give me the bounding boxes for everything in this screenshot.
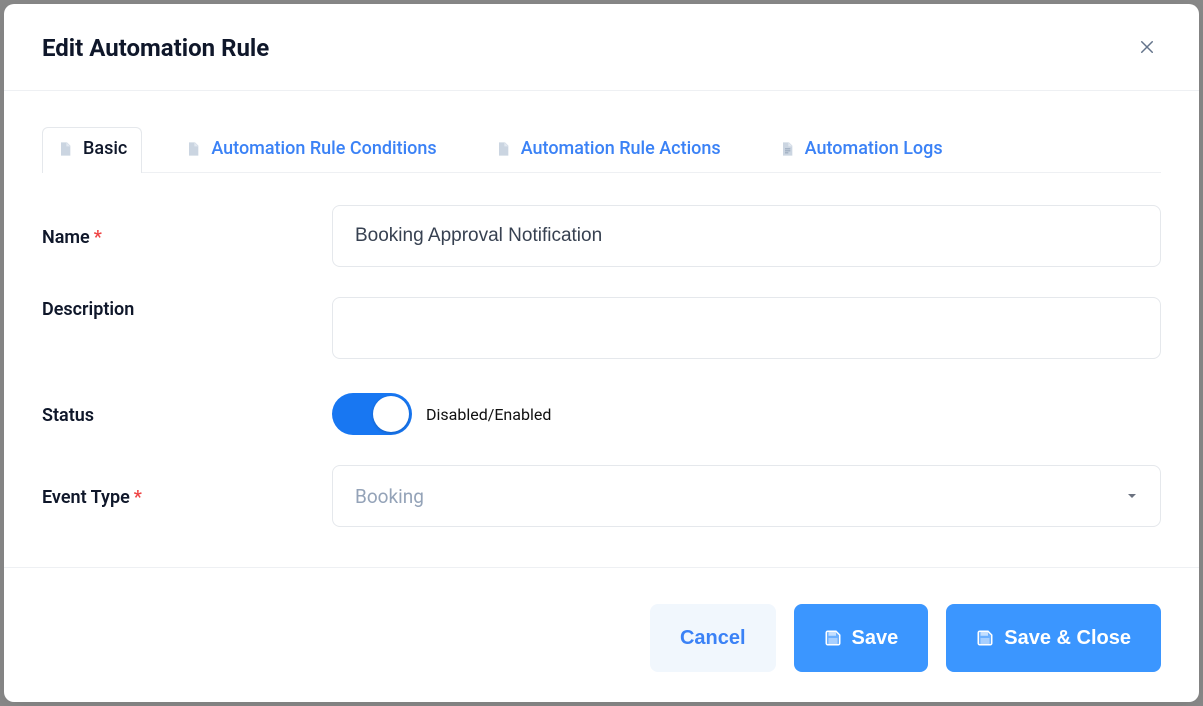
event-type-select[interactable]: Booking — [332, 465, 1161, 527]
toggle-knob — [373, 396, 409, 432]
save-close-button[interactable]: Save & Close — [946, 604, 1161, 672]
modal-body: Basic Automation Rule Conditions Automat… — [4, 91, 1199, 567]
status-toggle[interactable] — [332, 393, 412, 435]
tab-label: Automation Rule Actions — [521, 138, 721, 159]
status-toggle-wrap: Disabled/Enabled — [332, 393, 1161, 435]
tab-label: Automation Rule Conditions — [211, 138, 436, 159]
file-icon — [185, 139, 201, 159]
row-description: Description — [42, 297, 1161, 363]
edit-automation-rule-modal: Edit Automation Rule Basic Automation Ru — [4, 4, 1199, 702]
tab-label: Automation Logs — [805, 138, 943, 159]
cancel-button[interactable]: Cancel — [650, 604, 776, 672]
modal-footer: Cancel Save Save & Close — [4, 567, 1199, 702]
row-event-type: Event Type* Booking — [42, 465, 1161, 527]
modal-header: Edit Automation Rule — [4, 4, 1199, 91]
row-name: Name* — [42, 205, 1161, 267]
tab-actions[interactable]: Automation Rule Actions — [480, 127, 736, 173]
save-icon — [976, 629, 994, 647]
close-icon — [1138, 38, 1156, 59]
tab-logs[interactable]: Automation Logs — [764, 127, 958, 173]
event-type-value: Booking — [355, 485, 424, 508]
event-type-label: Event Type* — [42, 485, 332, 508]
description-label: Description — [42, 297, 332, 320]
save-icon — [824, 629, 842, 647]
description-input[interactable] — [332, 297, 1161, 359]
tab-label: Basic — [83, 138, 127, 159]
required-asterisk: * — [134, 487, 142, 508]
file-icon — [57, 139, 73, 159]
chevron-down-icon — [1126, 487, 1138, 506]
tabs: Basic Automation Rule Conditions Automat… — [42, 127, 1161, 173]
status-toggle-label: Disabled/Enabled — [426, 405, 551, 424]
file-icon — [495, 139, 511, 159]
file-lines-icon — [779, 139, 795, 159]
status-label: Status — [42, 403, 332, 426]
close-button[interactable] — [1133, 34, 1161, 62]
row-status: Status Disabled/Enabled — [42, 393, 1161, 435]
tab-conditions[interactable]: Automation Rule Conditions — [170, 127, 451, 173]
modal-title: Edit Automation Rule — [42, 34, 269, 62]
tab-basic[interactable]: Basic — [42, 127, 142, 173]
name-label: Name* — [42, 225, 332, 248]
name-input[interactable] — [332, 205, 1161, 267]
save-button[interactable]: Save — [794, 604, 929, 672]
required-asterisk: * — [94, 227, 102, 248]
